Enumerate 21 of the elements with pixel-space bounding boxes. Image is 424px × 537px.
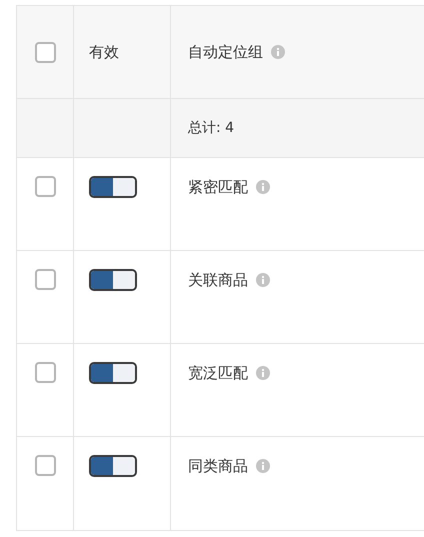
table-cell: 宽泛匹配 (188, 363, 248, 383)
info-icon (256, 366, 270, 380)
checkbox[interactable] (34, 176, 56, 197)
toggle-switch[interactable] (89, 362, 137, 384)
table-cell: 紧密匹配 (188, 177, 248, 197)
checkbox[interactable] (34, 269, 56, 290)
info-icon (271, 45, 285, 59)
checkbox[interactable] (34, 362, 56, 383)
toggle-switch[interactable] (89, 176, 137, 198)
info-icon (256, 459, 270, 473)
column-header: 自动定位组 (188, 42, 263, 63)
toggle-switch[interactable] (89, 269, 137, 291)
column-header: 有效 (89, 42, 119, 63)
table-cell: 同类商品 (188, 456, 248, 476)
checkbox[interactable] (34, 455, 56, 476)
total-count: 总计: 4 (188, 118, 234, 138)
info-icon (256, 273, 270, 287)
checkbox[interactable] (34, 42, 56, 62)
table-cell: 关联商品 (188, 270, 248, 290)
info-icon (256, 180, 270, 194)
toggle-switch[interactable] (89, 455, 137, 477)
